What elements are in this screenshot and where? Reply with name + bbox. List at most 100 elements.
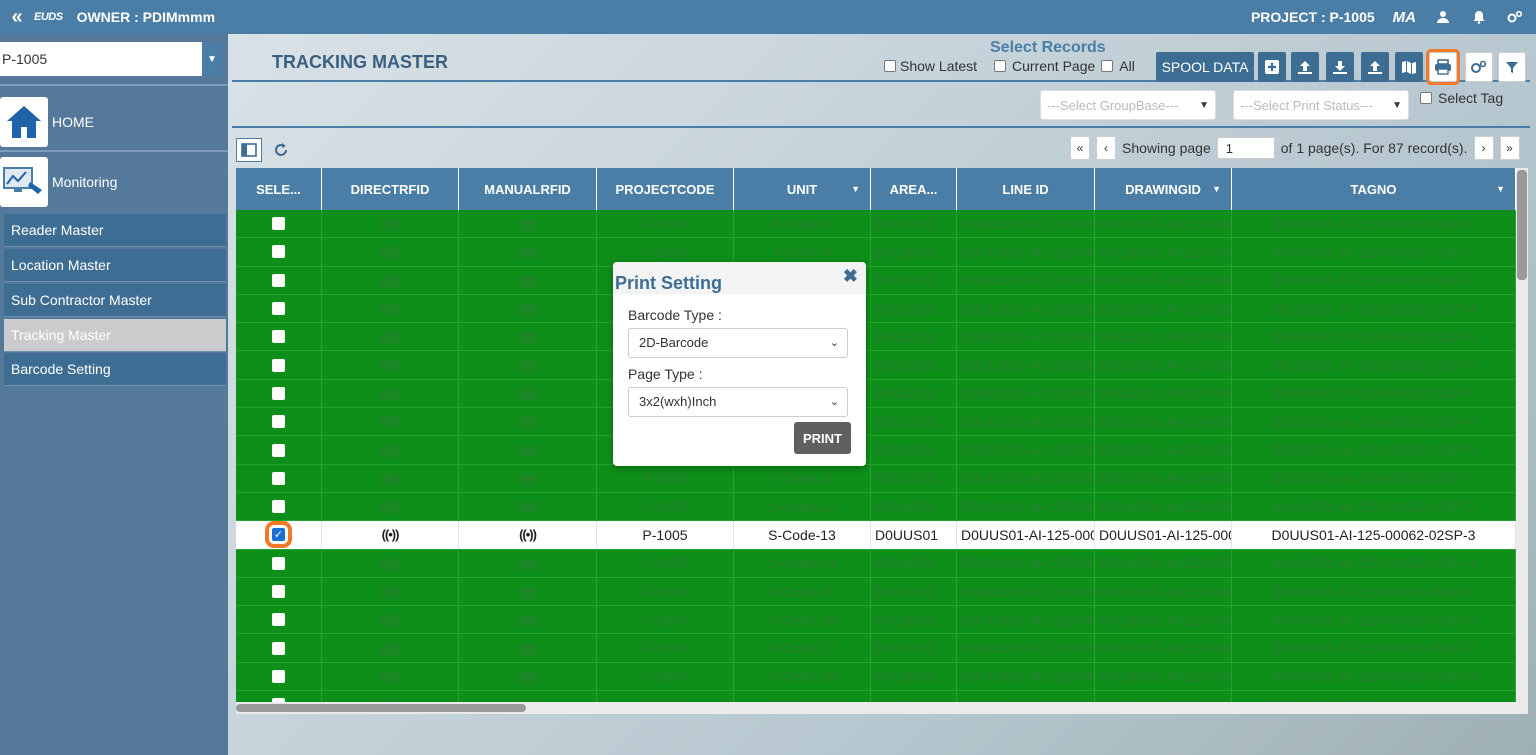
directrfid-icon[interactable]: ((•)) — [382, 612, 400, 627]
current-page-checkbox[interactable] — [994, 60, 1006, 72]
manualrfid-icon[interactable]: ((•)) — [519, 584, 537, 599]
directrfid-icon[interactable]: ((•)) — [382, 556, 400, 571]
filter-icon[interactable] — [1498, 52, 1526, 82]
directrfid-icon[interactable]: ((•)) — [382, 358, 400, 373]
sidebar-item-sub-contractor-master[interactable]: Sub Contractor Master — [4, 284, 226, 317]
last-page-icon[interactable]: » — [1499, 136, 1520, 160]
manualrfid-icon[interactable]: ((•)) — [519, 556, 537, 571]
table-row[interactable]: ((•))((•))P-1005S-Code-6D0UUS01D0UUS01-A… — [236, 323, 1516, 352]
manualrfid-icon[interactable]: ((•)) — [519, 612, 537, 627]
row-checkbox[interactable] — [272, 273, 285, 287]
column-toggle-icon[interactable] — [236, 138, 262, 162]
row-checkbox[interactable] — [272, 500, 285, 514]
chevron-down-icon[interactable]: ▼ — [1212, 184, 1221, 194]
print-button[interactable]: PRINT — [794, 422, 851, 454]
scroll-thumb[interactable] — [1517, 170, 1527, 280]
row-checkbox[interactable] — [272, 358, 285, 372]
row-checkbox[interactable] — [272, 669, 285, 683]
download-icon[interactable] — [1326, 52, 1354, 82]
col-projectcode[interactable]: PROJECTCODE — [597, 168, 734, 210]
table-row[interactable]: ((•)) ((•)) P-1005 S-Code-18 D0UUS01 D0UUS01-… — [236, 662, 1516, 692]
row-checkbox[interactable] — [272, 471, 285, 485]
table-row[interactable]: ((•)) ((•)) P-1005 S-Code-3 D0UUS01 D0UUS01-A… — [236, 238, 1516, 267]
groupbase-select[interactable]: ---Select GroupBase--- ▼ — [1040, 90, 1216, 120]
manualrfid-icon[interactable]: ((•)) — [519, 301, 537, 316]
manualrfid-icon[interactable]: ((•)) — [519, 358, 537, 373]
manualrfid-icon[interactable]: ((•)) — [519, 244, 537, 259]
col-line-id[interactable]: LINE ID — [957, 168, 1095, 210]
table-row[interactable]: ((•))((•))P-1005S-Code-5D0UUS01D0UUS01-A… — [236, 294, 1516, 324]
directrfid-icon[interactable]: ((•)) — [382, 669, 400, 684]
sidebar-item-reader-master[interactable]: Reader Master — [4, 214, 226, 247]
row-checkbox[interactable] — [272, 386, 285, 400]
col-tagno[interactable]: TAGNO ▼ — [1232, 168, 1516, 210]
row-checkbox[interactable] — [272, 302, 285, 316]
print-icon[interactable] — [1426, 49, 1460, 85]
table-row[interactable]: ((•))((•))P-1005S-Code-7D0UUS01D0UUS01-A… — [236, 351, 1516, 380]
directrfid-icon[interactable]: ((•)) — [382, 471, 400, 486]
checkbox[interactable] — [1420, 92, 1432, 104]
vertical-scrollbar[interactable] — [1516, 168, 1528, 702]
directrfid-icon[interactable]: ((•)) — [382, 216, 400, 231]
row-checkbox[interactable] — [272, 330, 285, 344]
next-page-icon[interactable]: › — [1473, 136, 1494, 160]
export-icon[interactable] — [1361, 52, 1389, 82]
row-checkbox[interactable] — [272, 641, 285, 655]
directrfid-icon[interactable]: ((•)) — [382, 527, 400, 542]
sidebar-item-location-master[interactable]: Location Master — [4, 249, 226, 282]
manualrfid-icon[interactable]: ((•)) — [519, 414, 537, 429]
collapse-sidebar-icon[interactable]: « — [4, 6, 30, 29]
refresh-icon[interactable] — [268, 138, 294, 162]
user-icon[interactable] — [1434, 8, 1452, 26]
directrfid-icon[interactable]: ((•)) — [382, 301, 400, 316]
manualrfid-icon[interactable]: ((•)) — [519, 273, 537, 288]
directrfid-icon[interactable]: ((•)) — [382, 273, 400, 288]
row-checkbox[interactable] — [272, 245, 285, 259]
page-type-select[interactable]: 3x2(wxh)Inch ⌄ — [628, 387, 848, 417]
row-checkbox[interactable]: ✓ — [265, 521, 292, 549]
directrfid-icon[interactable]: ((•)) — [382, 414, 400, 429]
row-checkbox[interactable] — [272, 585, 285, 598]
sidebar-item-barcode-setting[interactable]: Barcode Setting — [4, 353, 226, 386]
directrfid-icon[interactable]: ((•)) — [382, 641, 400, 656]
table-row[interactable]: ((•)) ((•)) P-1005 S-Code-16 D0UUS01 D0UUS01-… — [236, 606, 1516, 635]
chevron-down-icon[interactable]: ▼ — [851, 184, 860, 194]
barcode-type-select[interactable]: 2D-Barcode ⌄ — [628, 328, 848, 358]
close-icon[interactable]: ✖ — [843, 266, 858, 287]
row-checkbox[interactable] — [272, 556, 285, 570]
sidebar-item-tracking-master[interactable]: Tracking Master — [4, 319, 226, 352]
col-select[interactable]: SELE... — [236, 168, 322, 210]
col-directrfid[interactable]: DIRECTRFID — [322, 168, 459, 210]
manualrfid-icon[interactable]: ((•)) — [519, 329, 537, 344]
menu-monitoring[interactable]: Monitoring — [0, 154, 228, 210]
row-checkbox[interactable] — [272, 613, 285, 627]
checkbox[interactable] — [884, 60, 896, 72]
manualrfid-icon[interactable]: ((•)) — [519, 216, 537, 231]
manualrfid-icon[interactable]: ((•)) — [519, 443, 537, 458]
spool-data-button[interactable]: SPOOL DATA — [1156, 52, 1254, 82]
manualrfid-icon[interactable]: ((•)) — [519, 499, 537, 514]
table-row[interactable]: ((•))((•))P-1005S-Code-9D0UUS01D0UUS01-A… — [236, 408, 1516, 437]
bell-icon[interactable] — [1470, 8, 1488, 26]
settings-icon[interactable] — [1506, 8, 1524, 26]
chevron-down-icon[interactable]: ▼ — [1496, 184, 1505, 194]
row-checkbox[interactable] — [272, 217, 285, 231]
manualrfid-icon[interactable]: ((•)) — [519, 669, 537, 684]
directrfid-icon[interactable]: ((•)) — [382, 386, 400, 401]
table-row[interactable]: ((•))((•))P-1005S-Code-10D0UUS01D0UUS01-… — [236, 436, 1516, 465]
first-page-icon[interactable]: « — [1070, 136, 1090, 160]
table-row[interactable]: ✓ ((•)) ((•)) P-1005 S-Code-13 D0UUS01 D0UUS01… — [236, 521, 1516, 550]
select-tag-checkbox[interactable]: Select Tag — [1420, 90, 1503, 106]
table-row[interactable]: ((•))((•))P-1005S-Code-19D0UUS01D0UUS01-… — [236, 691, 1516, 702]
manualrfid-icon[interactable]: ((•)) — [519, 471, 537, 486]
print-status-select[interactable]: ---Select Print Status--- ▼ — [1233, 90, 1409, 120]
table-row[interactable]: ((•)) ((•)) P-1005 S-Code-17 D0UUS01 D0UUS01-… — [236, 634, 1516, 663]
scroll-thumb[interactable] — [236, 704, 526, 712]
page-number-input[interactable]: 1 — [1216, 137, 1275, 159]
directrfid-icon[interactable]: ((•)) — [382, 499, 400, 514]
project-select[interactable]: P-1005 ▼ — [0, 42, 222, 76]
col-unit[interactable]: UNIT ▼ — [734, 168, 871, 210]
row-checkbox[interactable] — [272, 443, 285, 457]
table-row[interactable]: ((•)) ((•)) P-1005 S-Code-14 D0UUS01 D0UUS01-… — [236, 549, 1516, 578]
upload-icon[interactable] — [1291, 52, 1319, 82]
